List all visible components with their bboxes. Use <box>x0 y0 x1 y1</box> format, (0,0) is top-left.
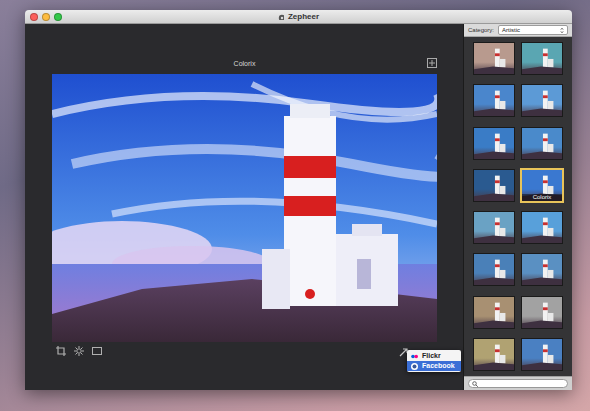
filter-thumbnail[interactable] <box>473 84 515 117</box>
filter-thumbnail[interactable] <box>521 127 563 160</box>
filter-thumbnail[interactable] <box>473 338 515 371</box>
thumbnail-art <box>522 254 562 285</box>
photo-preview <box>52 74 437 342</box>
thumbnail-art <box>474 43 514 74</box>
thumbnail-art <box>474 212 514 243</box>
thumbnail-art <box>522 212 562 243</box>
title-bar: Zepheer <box>25 10 572 24</box>
filter-thumbnail[interactable] <box>473 253 515 286</box>
category-bar: Category: Artistic <box>464 24 572 37</box>
filter-thumbnail[interactable] <box>473 127 515 160</box>
filter-thumbnail[interactable] <box>473 296 515 329</box>
filter-thumbnail[interactable] <box>473 169 515 202</box>
category-label: Category: <box>468 26 494 35</box>
search-icon <box>472 381 478 387</box>
filter-label: Colorix <box>522 194 562 201</box>
thumbnail-art <box>474 128 514 159</box>
thumbnail-art <box>474 297 514 328</box>
filter-thumbnail[interactable] <box>521 211 563 244</box>
window-title-group: Zepheer <box>278 10 319 23</box>
share-menu-item[interactable]: Flickr <box>407 351 461 361</box>
filter-thumbnail[interactable] <box>521 253 563 286</box>
preview-header: Colorix <box>52 57 437 71</box>
thumbnail-art <box>474 170 514 201</box>
filter-thumbnail[interactable] <box>473 42 515 75</box>
thumbnail-art <box>522 339 562 370</box>
thumbnail-art <box>474 254 514 285</box>
search-bar <box>464 376 572 390</box>
filter-thumbnail[interactable] <box>473 211 515 244</box>
flickr-icon <box>411 353 418 360</box>
thumbnail-art <box>522 128 562 159</box>
thumbnail-art <box>474 339 514 370</box>
category-select[interactable]: Artistic <box>498 25 568 35</box>
window-controls <box>30 13 62 21</box>
share-menu-label: Facebook <box>422 361 455 371</box>
aspect-icon[interactable] <box>92 346 102 356</box>
filter-thumbnail[interactable]: Colorix <box>521 169 563 202</box>
fullscreen-icon[interactable] <box>427 58 437 68</box>
filter-thumbnail[interactable] <box>521 296 563 329</box>
edit-toolbar: FlickrFacebook <box>52 342 437 372</box>
zoom-button[interactable] <box>54 13 62 21</box>
category-value: Artistic <box>502 26 520 34</box>
dropdown-arrow-icon <box>560 27 564 34</box>
filter-thumbnail[interactable] <box>521 42 563 75</box>
app-logo-icon <box>278 14 284 20</box>
minimize-button[interactable] <box>42 13 50 21</box>
share-menu-label: Flickr <box>422 351 441 361</box>
share-menu-item[interactable]: Facebook <box>407 361 461 371</box>
share-menu: FlickrFacebook <box>407 350 461 372</box>
window-body: Colorix FlickrFacebook Category: Artistic Co… <box>25 24 572 390</box>
brightness-icon[interactable] <box>74 346 84 356</box>
search-field[interactable] <box>468 379 568 388</box>
thumbnail-art <box>474 85 514 116</box>
app-window: Zepheer Colorix FlickrFacebook Category: Art… <box>25 10 572 390</box>
preview-pane: Colorix FlickrFacebook <box>25 24 463 390</box>
filter-thumbnail[interactable] <box>521 84 563 117</box>
thumbnail-art <box>522 43 562 74</box>
preview-title: Colorix <box>234 57 256 71</box>
crop-icon[interactable] <box>56 346 66 356</box>
facebook-icon <box>411 363 418 370</box>
window-title: Zepheer <box>288 10 319 24</box>
thumbnail-art <box>522 85 562 116</box>
filter-sidebar: Category: Artistic Colorix <box>463 24 572 390</box>
close-button[interactable] <box>30 13 38 21</box>
filter-grid: Colorix <box>464 37 572 376</box>
filter-thumbnail[interactable] <box>521 338 563 371</box>
thumbnail-art <box>522 297 562 328</box>
